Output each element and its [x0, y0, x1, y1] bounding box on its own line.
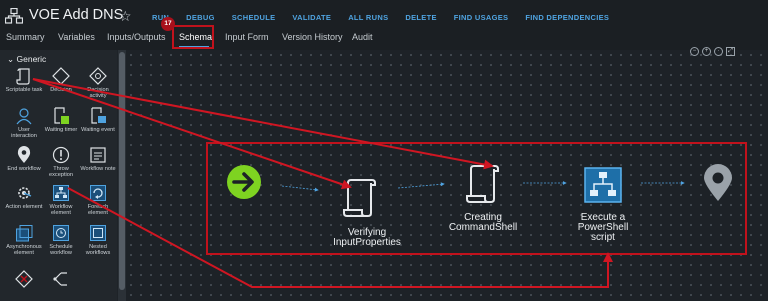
palette-item-waiting-timer[interactable]: Waiting timer	[42, 107, 80, 133]
palette-item-label: Action element	[5, 204, 43, 210]
workflow-element-node-icon[interactable]	[584, 167, 622, 203]
tab-bar: Summary Variables Inputs/Outputs Schema …	[0, 30, 768, 48]
palette-item-label: Schedule workflow	[49, 244, 73, 257]
palette-item-waiting-event[interactable]: Waiting event	[79, 107, 117, 133]
header: VOE Add DNS ☆ RUN DEBUG SCHEDULE VALIDAT…	[0, 0, 768, 50]
palette-item-schedule-workflow[interactable]: Schedule workflow	[42, 224, 80, 257]
palette-item-switch[interactable]	[5, 270, 43, 288]
palette-item-nested-workflows[interactable]: Nested workflows	[79, 224, 117, 257]
foreach-element-icon	[90, 185, 106, 201]
action-find-dependencies[interactable]: FIND DEPENDENCIES	[525, 13, 609, 22]
scriptable-task-node-icon[interactable]	[465, 164, 501, 204]
palette-item-label: Asynchronous element	[6, 244, 42, 257]
zoom-reset-icon[interactable]: ·	[714, 47, 723, 56]
scriptable-task-icon	[16, 68, 30, 85]
palette-item-end-workflow[interactable]: End workflow	[5, 146, 43, 172]
title-row: VOE Add DNS ☆ RUN DEBUG SCHEDULE VALIDAT…	[0, 0, 768, 30]
palette-item-join[interactable]	[42, 270, 80, 288]
node-label-execute-powershell: Execute a PowerShell script	[577, 212, 629, 243]
palette-item-label: Throw exception	[49, 166, 73, 179]
palette-section-label: Generic	[16, 54, 47, 64]
user-interaction-icon	[16, 108, 32, 125]
zoom-in-icon[interactable]: +	[702, 47, 711, 56]
palette-item-decision-activity[interactable]: Decision activity	[79, 67, 117, 100]
palette-item-user-interaction[interactable]: User interaction	[5, 107, 43, 140]
waiting-event-icon	[91, 107, 106, 124]
tab-variables[interactable]: Variables	[58, 32, 95, 42]
palette-item-label: Nested workflows	[85, 244, 111, 257]
join-icon	[53, 272, 67, 286]
throw-exception-icon	[52, 146, 70, 164]
action-debug[interactable]: DEBUG	[186, 13, 215, 22]
palette-item-label: End workflow	[7, 166, 41, 172]
palette-section-header[interactable]: ⌄ Generic	[7, 54, 46, 65]
palette-item-throw-exception[interactable]: Throw exception	[42, 146, 80, 179]
schedule-workflow-icon	[53, 225, 69, 241]
palette-item-label: Workflow note	[80, 166, 116, 172]
palette-item-label: Waiting event	[81, 127, 115, 133]
start-node-icon[interactable]	[226, 164, 262, 200]
palette-item-label: Decision	[50, 87, 72, 93]
palette-item-foreach-element[interactable]: Foreach element	[79, 184, 117, 217]
node-label-creating: Creating CommandShell	[448, 212, 518, 233]
chevron-down-icon: ⌄	[7, 54, 15, 64]
decision-activity-icon	[89, 67, 107, 85]
palette-item-scriptable-task[interactable]: Scriptable task	[5, 67, 43, 93]
action-find-usages[interactable]: FIND USAGES	[454, 13, 509, 22]
end-node-icon[interactable]	[702, 164, 734, 202]
scriptable-task-node-icon[interactable]	[342, 178, 378, 218]
palette-item-label: Scriptable task	[5, 87, 43, 93]
workflow-note-icon	[90, 147, 106, 163]
palette-item-workflow-element[interactable]: Workflow element	[42, 184, 80, 217]
nested-workflows-icon	[90, 225, 106, 241]
palette-item-label: Decision activity	[87, 87, 109, 100]
action-element-icon	[18, 187, 32, 199]
palette-item-label: User interaction	[11, 127, 37, 140]
tab-summary[interactable]: Summary	[6, 32, 45, 42]
annotation-highlight-schema-tab	[172, 25, 214, 49]
palette-item-label: Waiting timer	[44, 127, 78, 133]
element-palette: ⌄ Generic Scriptable task Decision Decis…	[0, 50, 117, 301]
fit-to-screen-icon[interactable]: ⤢	[726, 47, 735, 56]
step-badge: 17	[161, 17, 175, 31]
switch-icon	[15, 270, 33, 288]
workflow-title: VOE Add DNS	[29, 7, 124, 23]
end-workflow-icon	[17, 146, 31, 163]
workflow-app-icon	[5, 8, 23, 24]
action-validate[interactable]: VALIDATE	[292, 13, 331, 22]
action-all-runs[interactable]: ALL RUNS	[348, 13, 388, 22]
palette-item-label: Workflow element	[49, 204, 73, 217]
node-label-verifying: Verifying InputProperties	[333, 227, 401, 248]
palette-item-label: Foreach element	[87, 204, 109, 217]
tab-inputs-outputs[interactable]: Inputs/Outputs	[107, 32, 166, 42]
action-delete[interactable]: DELETE	[405, 13, 436, 22]
action-bar: RUN DEBUG SCHEDULE VALIDATE ALL RUNS DEL…	[152, 13, 626, 22]
palette-scrollbar-thumb[interactable]	[119, 52, 125, 290]
workflow-element-icon	[53, 185, 69, 201]
tab-version-history[interactable]: Version History	[282, 32, 343, 42]
async-element-icon	[16, 225, 33, 242]
zoom-out-icon[interactable]: −	[690, 47, 699, 56]
palette-item-workflow-note[interactable]: Workflow note	[79, 146, 117, 172]
palette-item-action-element[interactable]: Action element	[5, 184, 43, 210]
palette-item-decision[interactable]: Decision	[42, 67, 80, 93]
tab-audit[interactable]: Audit	[352, 32, 373, 42]
waiting-timer-icon	[54, 107, 69, 124]
canvas-zoom-tools: − + · ⤢	[690, 47, 735, 56]
action-schedule[interactable]: SCHEDULE	[232, 13, 276, 22]
favorite-star-icon[interactable]: ☆	[119, 8, 132, 25]
decision-icon	[52, 67, 70, 85]
palette-item-asynchronous-element[interactable]: Asynchronous element	[5, 224, 43, 257]
tab-input-form[interactable]: Input Form	[225, 32, 269, 42]
